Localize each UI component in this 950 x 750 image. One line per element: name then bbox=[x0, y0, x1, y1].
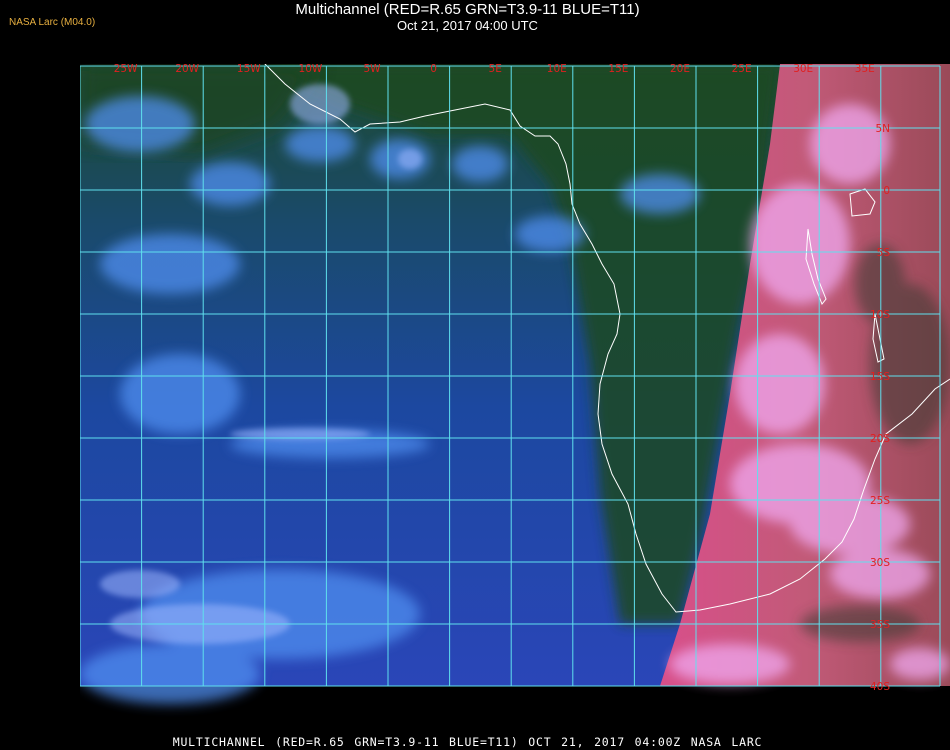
lon-label: 0 bbox=[430, 64, 437, 75]
lon-label: 20W bbox=[175, 64, 199, 75]
lon-label: 15E bbox=[608, 64, 628, 75]
lon-label: 5E bbox=[489, 64, 502, 75]
lon-label: 5W bbox=[363, 64, 381, 75]
lat-label: 35S bbox=[870, 619, 890, 631]
footer-caption: MULTICHANNEL (RED=R.65 GRN=T3.9-11 BLUE=… bbox=[172, 735, 763, 749]
satellite-map: 25W 20W 15W 10W 5W 0 5E 10E 15E 20E 25E 30E 35E 5N 0 5S… bbox=[80, 64, 950, 728]
lat-label: 30S bbox=[870, 557, 890, 569]
lon-label: 35E bbox=[855, 64, 875, 75]
lat-label: 15S bbox=[870, 371, 890, 383]
lat-label: 5S bbox=[877, 247, 891, 259]
satellite-map-svg: 25W 20W 15W 10W 5W 0 5E 10E 15E 20E 25E 30E 35E 5N 0 5S… bbox=[80, 64, 950, 704]
title-line: Multichannel (RED=R.65 GRN=T3.9-11 BLUE=… bbox=[295, 1, 640, 18]
image-title: Multichannel (RED=R.65 GRN=T3.9-11 BLUE=… bbox=[0, 1, 935, 34]
lon-label: 10W bbox=[299, 64, 323, 75]
lat-label: 10S bbox=[870, 309, 890, 321]
lon-label: 30E bbox=[793, 64, 813, 75]
lon-label: 10E bbox=[547, 64, 567, 75]
lon-label: 15W bbox=[237, 64, 261, 75]
lat-label: 5N bbox=[875, 123, 890, 135]
lat-label: 25S bbox=[870, 495, 890, 507]
lat-label: 0 bbox=[883, 185, 890, 197]
lon-label: 25E bbox=[732, 64, 752, 75]
lat-label: 40S bbox=[870, 681, 890, 693]
lat-label: 20S bbox=[870, 433, 890, 445]
lon-label: 25W bbox=[114, 64, 138, 75]
timestamp-line: Oct 21, 2017 04:00 UTC bbox=[397, 18, 538, 33]
lon-label: 20E bbox=[670, 64, 690, 75]
